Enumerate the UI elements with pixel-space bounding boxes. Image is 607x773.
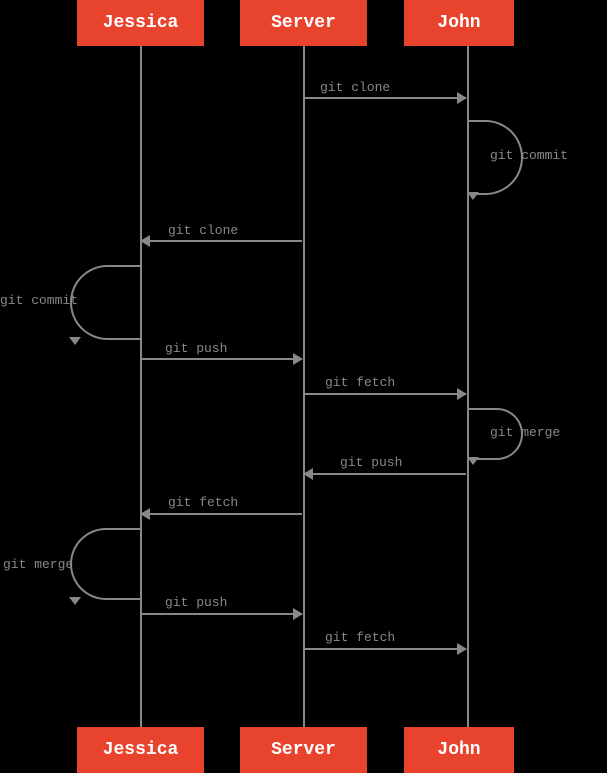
label-git-push-2: git push <box>165 595 227 610</box>
lifeline-server <box>303 46 305 727</box>
arrow-git-clone-1 <box>304 97 466 99</box>
arrow-git-fetch-1 <box>304 393 466 395</box>
actor-server-top: Server <box>240 0 367 46</box>
label-git-fetch-1: git fetch <box>325 375 395 390</box>
label-git-merge-john: git merge <box>490 425 560 440</box>
arrow-git-push-john <box>304 473 466 475</box>
label-git-fetch-2: git fetch <box>325 630 395 645</box>
actor-jessica-top: Jessica <box>77 0 204 46</box>
actor-jessica-bottom: Jessica <box>77 727 204 773</box>
label-git-fetch-jessica: git fetch <box>168 495 238 510</box>
arrow-git-clone-2 <box>141 240 302 242</box>
actor-john-top: John <box>404 0 514 46</box>
label-git-push-john: git push <box>340 455 402 470</box>
self-arrow-git-commit-jessica <box>70 265 140 340</box>
lifeline-jessica <box>140 46 142 727</box>
label-git-merge-jessica: git merge <box>3 557 73 572</box>
label-git-commit-john: git commit <box>490 148 568 163</box>
self-arrow-merge-jessica-head <box>69 597 81 605</box>
self-arrow-git-merge-jessica <box>70 528 140 600</box>
self-arrow-commit-jessica-head <box>69 337 81 345</box>
actor-john-bottom: John <box>404 727 514 773</box>
label-git-push-1: git push <box>165 341 227 356</box>
label-git-commit-jessica: git commit <box>0 293 78 308</box>
arrow-git-fetch-jessica <box>141 513 302 515</box>
arrow-git-push-1 <box>141 358 302 360</box>
label-git-clone-1: git clone <box>320 80 390 95</box>
arrow-git-fetch-2 <box>304 648 466 650</box>
arrow-git-push-2 <box>141 613 302 615</box>
actor-server-bottom: Server <box>240 727 367 773</box>
label-git-clone-2: git clone <box>168 223 238 238</box>
sequence-diagram: Jessica Server John Jessica Server John … <box>0 0 607 773</box>
